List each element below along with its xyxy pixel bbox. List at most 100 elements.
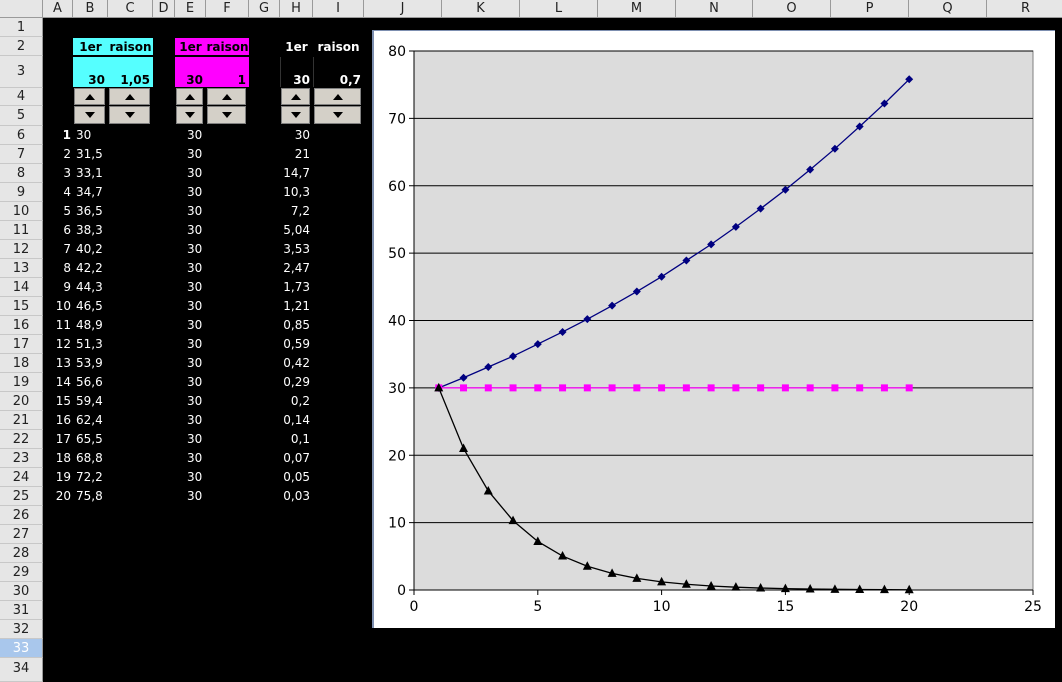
column-header-b[interactable]: B (73, 0, 108, 18)
geometric-growth-cell[interactable]: 31,5 (76, 145, 116, 164)
spin-down-button-3-1[interactable] (281, 106, 310, 124)
geometric-decay-cell[interactable]: 5,04 (280, 221, 310, 240)
constant-sequence-cell[interactable]: 30 (187, 411, 217, 430)
geometric-decay-cell[interactable]: 3,53 (280, 240, 310, 259)
geometric-growth-cell[interactable]: 34,7 (76, 183, 116, 202)
column-header-i[interactable]: I (313, 0, 364, 18)
geometric-growth-cell[interactable]: 59,4 (76, 392, 116, 411)
geometric-decay-cell[interactable]: 21 (280, 145, 310, 164)
constant-sequence-cell[interactable]: 30 (187, 126, 217, 145)
spin-up-button-1-1[interactable] (74, 88, 105, 105)
row-header-28[interactable]: 28 (0, 544, 43, 563)
constant-sequence-cell[interactable]: 30 (187, 259, 217, 278)
constant-sequence-cell[interactable]: 30 (187, 449, 217, 468)
constant-sequence-cell[interactable]: 30 (187, 278, 217, 297)
row-header-32[interactable]: 32 (0, 620, 43, 639)
row-header-4[interactable]: 4 (0, 88, 43, 106)
row-header-26[interactable]: 26 (0, 506, 43, 525)
constant-sequence-cell[interactable]: 30 (187, 183, 217, 202)
geometric-growth-cell[interactable]: 48,9 (76, 316, 116, 335)
geometric-decay-cell[interactable]: 10,3 (280, 183, 310, 202)
geometric-decay-cell[interactable]: 1,73 (280, 278, 310, 297)
geometric-decay-cell[interactable]: 2,47 (280, 259, 310, 278)
row-header-6[interactable]: 6 (0, 126, 43, 145)
column-header-c[interactable]: C (108, 0, 153, 18)
geometric-decay-cell[interactable]: 0,1 (280, 430, 310, 449)
geometric-decay-cell[interactable]: 0,85 (280, 316, 310, 335)
geometric-growth-cell[interactable]: 72,2 (76, 468, 116, 487)
row-header-20[interactable]: 20 (0, 392, 43, 411)
row-header-33[interactable]: 33 (0, 639, 43, 658)
geometric-decay-cell[interactable]: 0,29 (280, 373, 310, 392)
row-header-30[interactable]: 30 (0, 582, 43, 601)
row-header-15[interactable]: 15 (0, 297, 43, 316)
geometric-growth-cell[interactable]: 40,2 (76, 240, 116, 259)
column-header-o[interactable]: O (753, 0, 831, 18)
column-header-g[interactable]: G (249, 0, 280, 18)
row-header-5[interactable]: 5 (0, 106, 43, 126)
geometric-decay-cell[interactable]: 0,03 (280, 487, 310, 506)
param-value-3-v1[interactable]: 30 (280, 57, 313, 87)
row-header-11[interactable]: 11 (0, 221, 43, 240)
row-header-16[interactable]: 16 (0, 316, 43, 335)
geometric-growth-cell[interactable]: 42,2 (76, 259, 116, 278)
geometric-decay-cell[interactable]: 0,2 (280, 392, 310, 411)
spin-down-button-2-1[interactable] (176, 106, 203, 124)
row-header-9[interactable]: 9 (0, 183, 43, 202)
geometric-decay-cell[interactable]: 14,7 (280, 164, 310, 183)
geometric-decay-cell[interactable]: 0,14 (280, 411, 310, 430)
column-header-h[interactable]: H (280, 0, 313, 18)
row-header-23[interactable]: 23 (0, 449, 43, 468)
column-header-n[interactable]: N (676, 0, 753, 18)
geometric-decay-cell[interactable]: 0,05 (280, 468, 310, 487)
column-header-m[interactable]: M (598, 0, 676, 18)
geometric-growth-cell[interactable]: 53,9 (76, 354, 116, 373)
geometric-decay-cell[interactable]: 7,2 (280, 202, 310, 221)
row-header-7[interactable]: 7 (0, 145, 43, 164)
constant-sequence-cell[interactable]: 30 (187, 240, 217, 259)
geometric-growth-cell[interactable]: 38,3 (76, 221, 116, 240)
row-header-31[interactable]: 31 (0, 601, 43, 620)
geometric-growth-cell[interactable]: 75,8 (76, 487, 116, 506)
constant-sequence-cell[interactable]: 30 (187, 392, 217, 411)
param-value-2-v2[interactable]: 1 (206, 57, 249, 87)
row-header-8[interactable]: 8 (0, 164, 43, 183)
constant-sequence-cell[interactable]: 30 (187, 316, 217, 335)
constant-sequence-cell[interactable]: 30 (187, 354, 217, 373)
spin-down-button-1-2[interactable] (109, 106, 150, 124)
column-header-e[interactable]: E (175, 0, 206, 18)
constant-sequence-cell[interactable]: 30 (187, 335, 217, 354)
column-header-q[interactable]: Q (909, 0, 987, 18)
row-header-10[interactable]: 10 (0, 202, 43, 221)
spin-down-button-3-2[interactable] (314, 106, 361, 124)
geometric-growth-cell[interactable]: 44,3 (76, 278, 116, 297)
geometric-growth-cell[interactable]: 68,8 (76, 449, 116, 468)
constant-sequence-cell[interactable]: 30 (187, 430, 217, 449)
row-header-29[interactable]: 29 (0, 563, 43, 582)
row-header-1[interactable]: 1 (0, 18, 43, 37)
column-header-p[interactable]: P (831, 0, 909, 18)
param-value-1-v2[interactable]: 1,05 (108, 57, 153, 87)
geometric-decay-cell[interactable]: 30 (280, 126, 310, 145)
geometric-decay-cell[interactable]: 0,42 (280, 354, 310, 373)
row-header-18[interactable]: 18 (0, 354, 43, 373)
geometric-growth-cell[interactable]: 36,5 (76, 202, 116, 221)
select-all-corner[interactable] (0, 0, 43, 18)
column-header-a[interactable]: A (43, 0, 73, 18)
geometric-growth-cell[interactable]: 51,3 (76, 335, 116, 354)
spin-up-button-3-1[interactable] (281, 88, 310, 105)
geometric-decay-cell[interactable]: 0,59 (280, 335, 310, 354)
geometric-decay-cell[interactable]: 1,21 (280, 297, 310, 316)
param-value-3-v2[interactable]: 0,7 (313, 57, 364, 87)
spin-down-button-1-1[interactable] (74, 106, 105, 124)
geometric-decay-cell[interactable]: 0,07 (280, 449, 310, 468)
row-header-34[interactable]: 34 (0, 658, 43, 682)
row-header-19[interactable]: 19 (0, 373, 43, 392)
spin-up-button-2-1[interactable] (176, 88, 203, 105)
geometric-growth-cell[interactable]: 56,6 (76, 373, 116, 392)
spin-down-button-2-2[interactable] (207, 106, 246, 124)
constant-sequence-cell[interactable]: 30 (187, 164, 217, 183)
column-header-d[interactable]: D (153, 0, 175, 18)
geometric-growth-cell[interactable]: 33,1 (76, 164, 116, 183)
constant-sequence-cell[interactable]: 30 (187, 221, 217, 240)
